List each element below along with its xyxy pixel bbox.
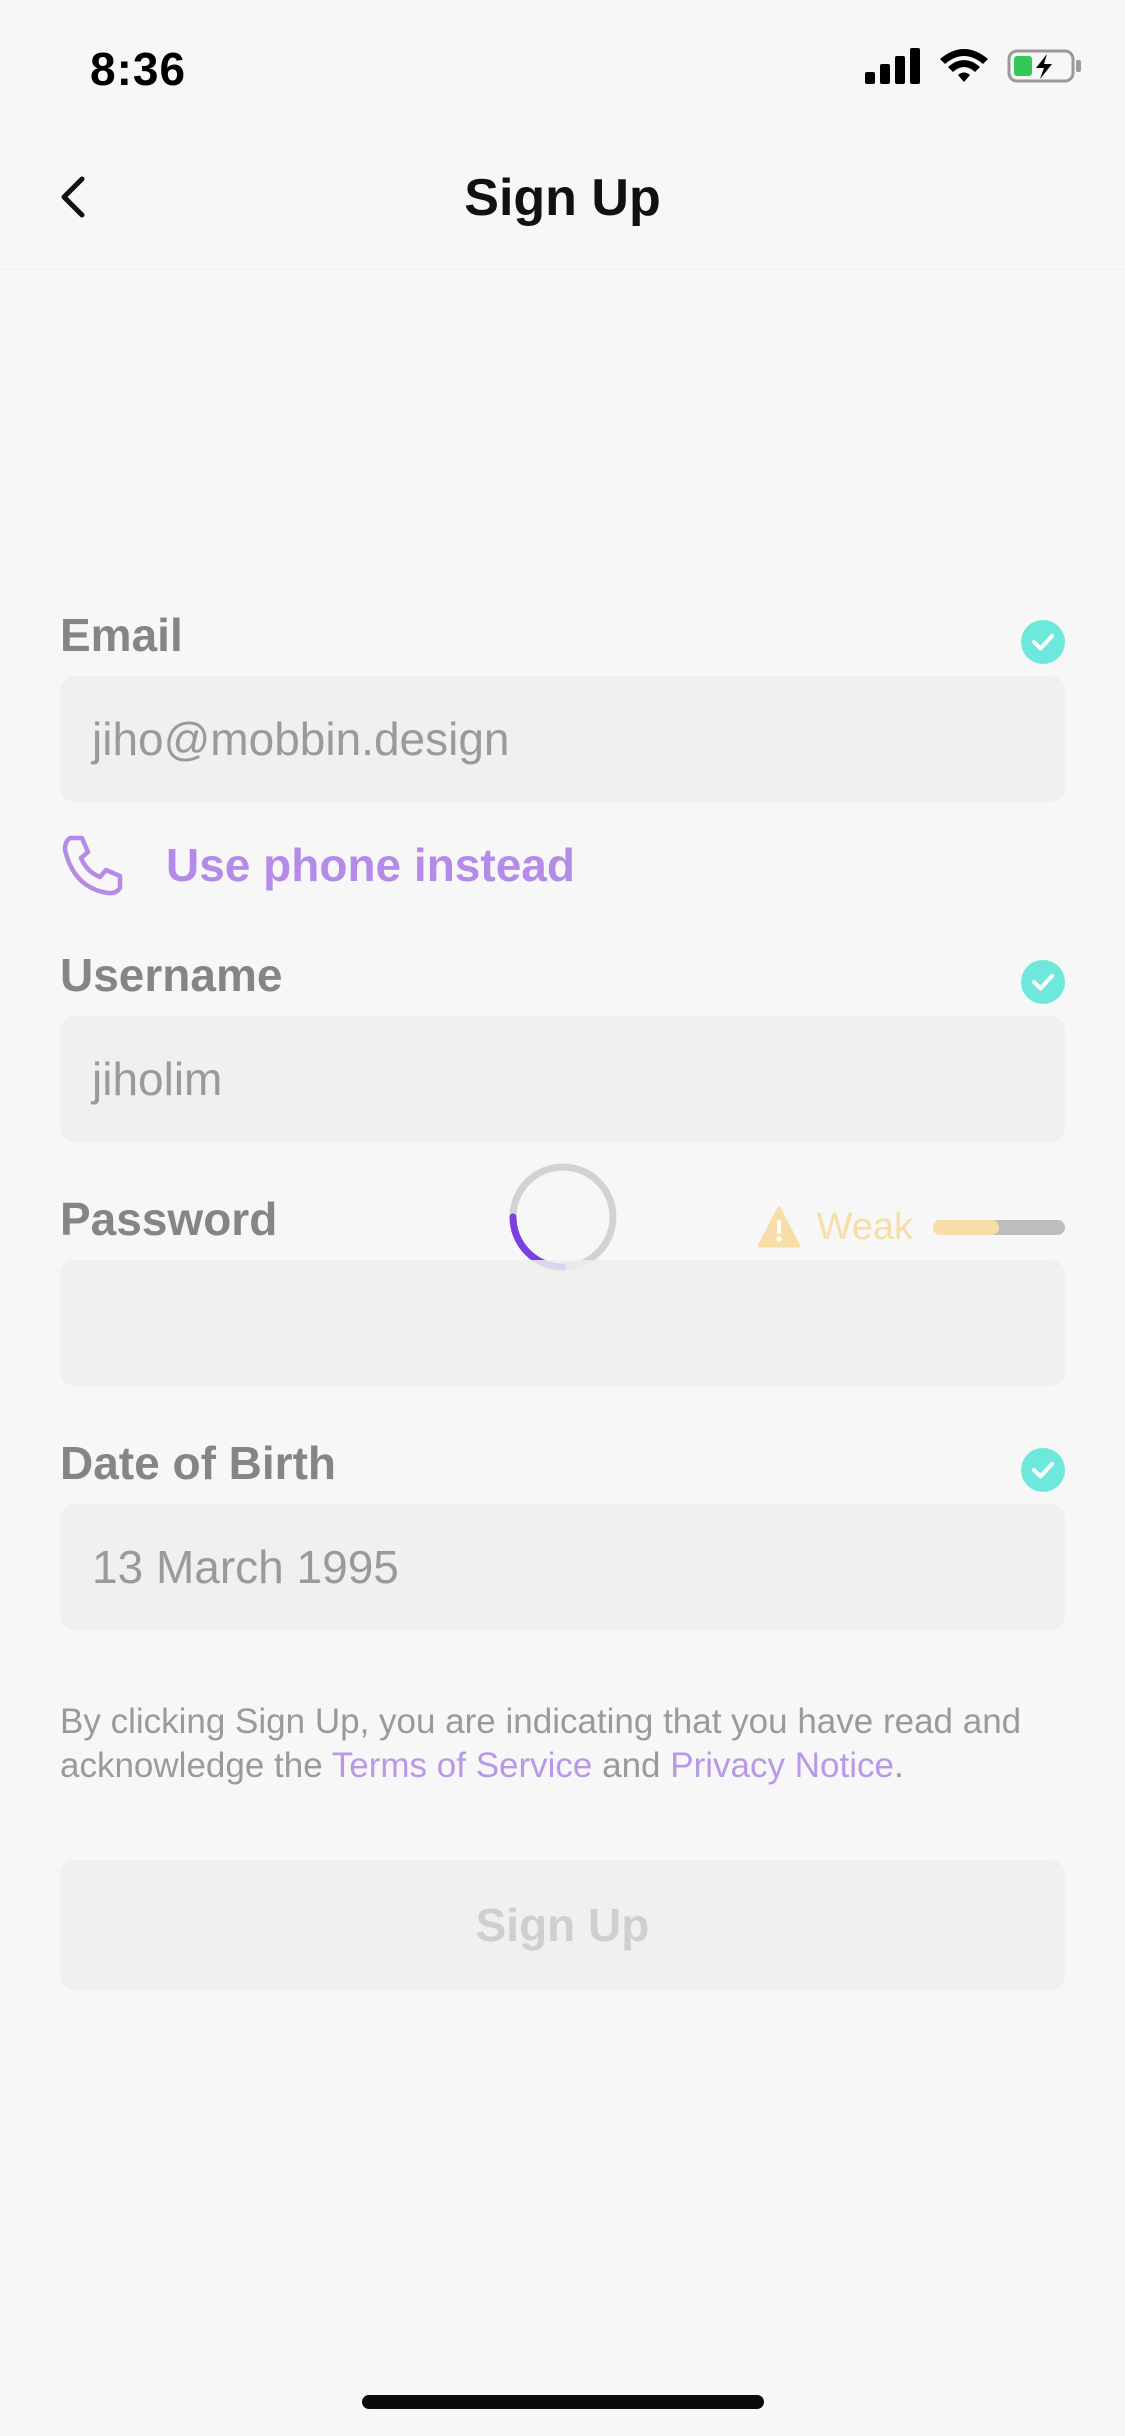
username-label: Username [60, 949, 283, 1001]
password-strength-bar [933, 1219, 1065, 1235]
home-indicator [362, 2395, 764, 2409]
date-of-birth-valid-check-icon [1021, 1448, 1065, 1492]
privacy-notice-link[interactable]: Privacy Notice [670, 1746, 894, 1785]
terms-notice: By clicking Sign Up, you are indicating … [60, 1700, 1070, 1788]
password-strength-fill [933, 1219, 999, 1235]
password-label: Password [60, 1193, 278, 1245]
status-bar: 8:36 [0, 0, 1125, 132]
phone-icon [62, 835, 123, 896]
terms-of-service-link[interactable]: Terms of Service [332, 1746, 593, 1785]
email-valid-check-icon [1021, 620, 1065, 664]
spinner-icon [509, 1163, 617, 1271]
page-title: Sign Up [464, 169, 661, 227]
password-field[interactable] [60, 1260, 1065, 1386]
username-valid-check-icon [1021, 960, 1065, 1004]
password-strength: Weak [757, 1198, 1065, 1256]
use-phone-instead-label: Use phone instead [166, 839, 575, 891]
warning-icon [757, 1206, 801, 1248]
username-field[interactable]: jiholim [60, 1016, 1065, 1142]
email-label: Email [60, 609, 183, 661]
email-field[interactable]: jiho@mobbin.design [60, 676, 1065, 802]
status-time: 8:36 [90, 43, 187, 95]
terms-middle: and [592, 1746, 671, 1785]
sign-up-button[interactable]: Sign Up [60, 1860, 1065, 1990]
wifi-icon [940, 49, 988, 82]
nav-bar: Sign Up [0, 132, 1125, 270]
password-strength-label: Weak [816, 1205, 913, 1248]
date-of-birth-field[interactable]: 13 March 1995 [60, 1504, 1065, 1630]
date-of-birth-label: Date of Birth [60, 1437, 336, 1489]
terms-suffix: . [893, 1746, 904, 1785]
use-phone-instead-link[interactable]: Use phone instead [60, 830, 575, 900]
signal-icon [865, 48, 920, 84]
status-icons [865, 48, 1083, 84]
battery-charging-icon [1007, 49, 1081, 83]
